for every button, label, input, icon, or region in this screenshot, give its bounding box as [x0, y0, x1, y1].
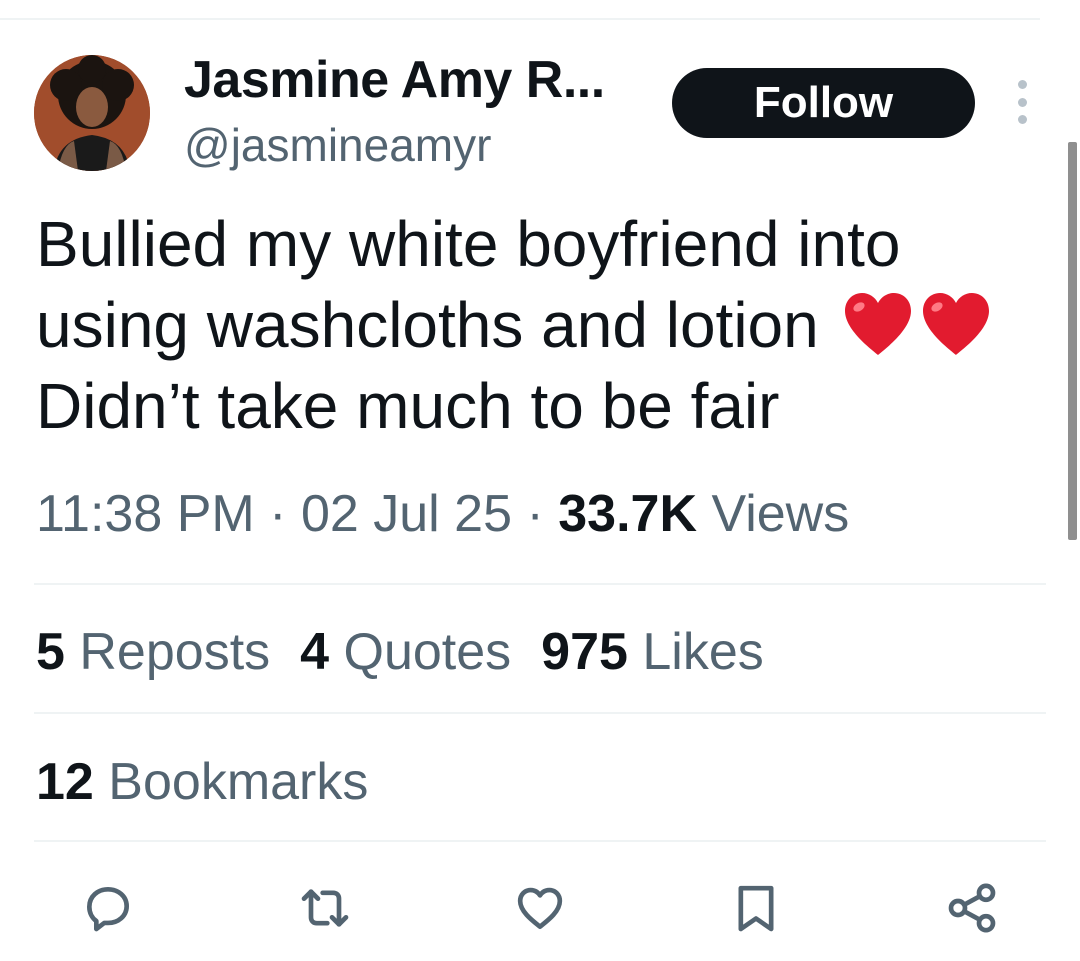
divider — [34, 840, 1046, 842]
red-heart-icon — [844, 293, 911, 355]
more-vertical-icon[interactable] — [1004, 80, 1040, 124]
dot — [1017, 97, 1027, 107]
likes-count: 975 — [541, 623, 628, 681]
author-display-name[interactable]: Jasmine Amy R... — [184, 50, 605, 110]
tweet-line-with-emoji: using washcloths and lotion — [36, 285, 1036, 366]
profile-photo — [34, 55, 150, 171]
likes-stat[interactable]: 975 Likes — [541, 622, 764, 682]
likes-label: Likes — [642, 623, 764, 681]
reposts-count: 5 — [36, 623, 65, 681]
reposts-label: Reposts — [79, 623, 271, 681]
tweet-meta: 11:38 PM · 02 Jul 25 · 33.7K Views — [36, 484, 849, 544]
tweet-line: Bullied my white boyfriend into — [36, 208, 901, 280]
tweet-date[interactable]: 02 Jul 25 — [301, 485, 512, 543]
separator: · — [269, 485, 287, 543]
scrollbar[interactable] — [1068, 142, 1077, 540]
top-divider — [0, 18, 1040, 20]
bookmarks-label: Bookmarks — [108, 753, 369, 811]
red-heart-icon — [922, 293, 989, 355]
bookmarks-count: 12 — [36, 753, 94, 811]
dot — [1017, 80, 1027, 89]
repost-icon[interactable] — [295, 878, 355, 938]
tweet-time[interactable]: 11:38 PM — [36, 485, 255, 543]
quotes-stat[interactable]: 4 Quotes — [300, 622, 511, 682]
bookmark-icon[interactable] — [726, 878, 786, 938]
divider — [34, 583, 1046, 585]
avatar[interactable] — [34, 55, 150, 171]
views-label: Views — [711, 485, 850, 543]
share-icon[interactable] — [942, 878, 1002, 938]
author-handle[interactable]: @jasmineamyr — [184, 118, 491, 172]
separator: · — [526, 485, 544, 543]
bookmarks-stat[interactable]: 12 Bookmarks — [36, 752, 368, 812]
stats-row: 5 Reposts 4 Quotes 975 Likes — [36, 622, 794, 682]
reposts-stat[interactable]: 5 Reposts — [36, 622, 270, 682]
divider — [34, 712, 1046, 714]
dot — [1017, 115, 1027, 124]
like-icon[interactable] — [510, 878, 570, 938]
reply-icon[interactable] — [78, 878, 138, 938]
action-bar — [0, 878, 1080, 942]
tweet-line: Didn’t take much to be fair — [36, 370, 780, 442]
tweet-line: using washcloths and lotion — [36, 289, 819, 361]
quotes-count: 4 — [300, 623, 330, 681]
quotes-label: Quotes — [343, 623, 512, 681]
views-count: 33.7K — [558, 485, 697, 543]
follow-button[interactable]: Follow — [672, 68, 975, 138]
tweet-text: Bullied my white boyfriend into using wa… — [36, 204, 1036, 447]
